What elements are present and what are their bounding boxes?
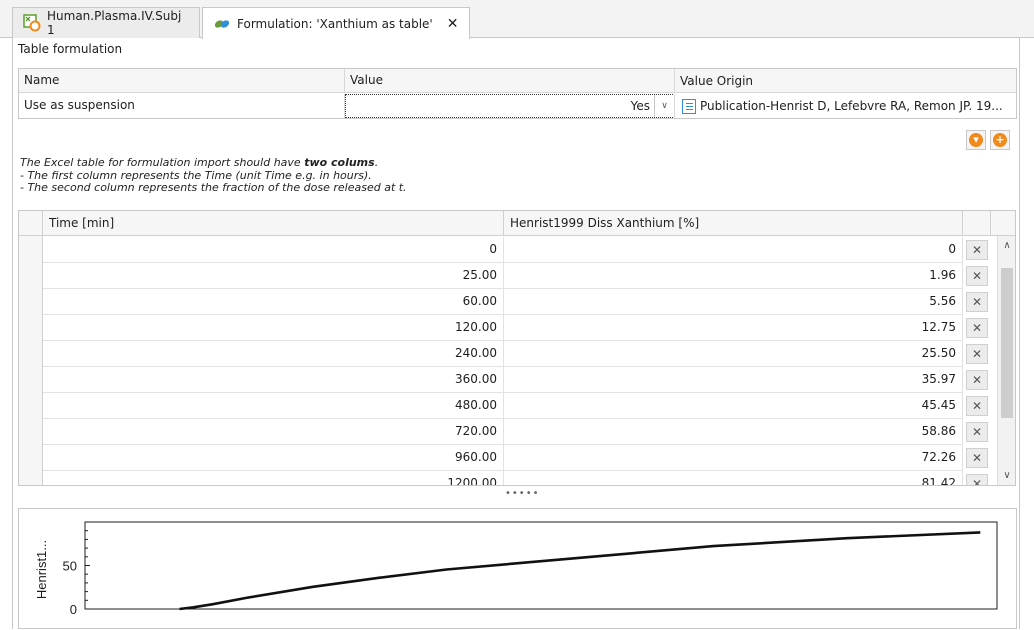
time-cell[interactable]: 25.00: [43, 263, 504, 289]
delete-row-icon[interactable]: ✕: [966, 396, 988, 416]
value-cell[interactable]: 0: [504, 237, 963, 263]
delete-row-icon[interactable]: ✕: [966, 448, 988, 468]
time-cell[interactable]: 960.00: [43, 445, 504, 471]
publication-icon: [682, 98, 696, 114]
column-time[interactable]: Time [min]: [43, 211, 504, 236]
chart-panel: 0 50 Henrist1...: [18, 508, 1017, 629]
time-cell[interactable]: 480.00: [43, 393, 504, 419]
column-delete: [963, 211, 991, 236]
arrow-down-circle-icon: ▾: [969, 133, 983, 147]
table-row[interactable]: 00: [43, 237, 963, 263]
grid-header: Time [min] Henrist1999 Diss Xanthium [%]: [19, 211, 1015, 236]
value-origin-cell[interactable]: Publication-Henrist D, Lefebvre RA, Remo…: [675, 94, 1016, 118]
release-chart: 0 50 Henrist1...: [34, 521, 998, 617]
row-selector-column: [19, 236, 43, 485]
vertical-scrollbar[interactable]: ∧ ∨: [997, 236, 1015, 485]
properties-table: Name Value Value Origin Use as suspensio…: [18, 68, 1017, 119]
value-cell[interactable]: 35.97: [504, 367, 963, 393]
delete-row-icon[interactable]: ✕: [966, 292, 988, 312]
time-cell[interactable]: 360.00: [43, 367, 504, 393]
tab-label: Human.Plasma.IV.Subj 1: [47, 9, 182, 37]
table-row[interactable]: 360.00 35.97: [43, 367, 963, 393]
header-name: Name: [19, 69, 345, 93]
property-row: Use as suspension Yes ∨ Publication-Henr…: [19, 94, 1016, 118]
delete-row-icon[interactable]: ✕: [966, 344, 988, 364]
delete-row-icon[interactable]: ✕: [966, 370, 988, 390]
table-row[interactable]: 60.00 5.56: [43, 289, 963, 315]
value-cell[interactable]: 5.56: [504, 289, 963, 315]
delete-row-icon[interactable]: ✕: [966, 318, 988, 338]
plus-circle-icon: +: [993, 133, 1007, 147]
value-cell[interactable]: 45.45: [504, 393, 963, 419]
table-row[interactable]: 960.00 72.26: [43, 445, 963, 471]
header-value-origin: Value Origin: [680, 73, 754, 88]
add-row-button[interactable]: +: [990, 130, 1010, 150]
import-hint: The Excel table for formulation import s…: [20, 156, 407, 194]
y-axis-label: Henrist1...: [34, 540, 49, 599]
time-cell[interactable]: 240.00: [43, 341, 504, 367]
time-cell[interactable]: 60.00: [43, 289, 504, 315]
time-cell[interactable]: 1200.00: [43, 471, 504, 485]
value-cell[interactable]: 25.50: [504, 341, 963, 367]
chevron-down-icon[interactable]: ∨: [654, 95, 674, 117]
time-cell[interactable]: 720.00: [43, 419, 504, 445]
scrollbar-thumb[interactable]: [1001, 268, 1013, 418]
property-name: Use as suspension: [19, 94, 345, 118]
delete-row-icon[interactable]: ✕: [966, 266, 988, 286]
formulation-icon: [213, 15, 231, 33]
time-cell[interactable]: 0: [43, 237, 504, 263]
tab-bar: Human.Plasma.IV.Subj 1 Formulation: 'Xan…: [0, 0, 1034, 39]
move-down-button[interactable]: ▾: [966, 130, 986, 150]
value-cell[interactable]: 12.75: [504, 315, 963, 341]
section-title: Table formulation: [18, 42, 123, 56]
splitter-handle[interactable]: •••••: [505, 488, 540, 499]
table-row[interactable]: 480.00 45.45: [43, 393, 963, 419]
value-cell[interactable]: 58.86: [504, 419, 963, 445]
delete-row-icon[interactable]: ✕: [966, 422, 988, 442]
tab-formulation[interactable]: Formulation: 'Xanthium as table' ✕: [202, 7, 470, 39]
value-cell[interactable]: 81.42: [504, 471, 963, 485]
header-value: Value: [345, 69, 675, 93]
column-value[interactable]: Henrist1999 Diss Xanthium [%]: [504, 211, 963, 236]
plot-area: [84, 521, 998, 610]
value-cell[interactable]: 72.26: [504, 445, 963, 471]
value-cell[interactable]: 1.96: [504, 263, 963, 289]
delete-row-icon[interactable]: ✕: [966, 474, 988, 485]
selected-value: Yes: [630, 98, 650, 113]
y-tick-label: 0: [70, 602, 77, 617]
table-row[interactable]: 25.00 1.96: [43, 263, 963, 289]
table-row[interactable]: 120.00 12.75: [43, 315, 963, 341]
row-selector-header: [19, 211, 43, 236]
properties-header: Name Value Value Origin: [19, 69, 1016, 93]
table-row[interactable]: 240.00 25.50: [43, 341, 963, 367]
close-icon[interactable]: ✕: [447, 16, 459, 32]
individual-icon: [23, 14, 41, 32]
time-cell[interactable]: 120.00: [43, 315, 504, 341]
property-value-cell: Yes ∨: [345, 94, 675, 118]
formulation-grid: Time [min] Henrist1999 Diss Xanthium [%]…: [18, 210, 1016, 486]
scroll-down-icon[interactable]: ∨: [998, 470, 1015, 481]
value-origin-text: Publication-Henrist D, Lefebvre RA, Remo…: [700, 98, 1003, 113]
delete-row-icon[interactable]: ✕: [966, 240, 988, 260]
tab-label: Formulation: 'Xanthium as table': [237, 16, 433, 31]
table-row[interactable]: 720.00 58.86: [43, 419, 963, 445]
tab-human-plasma[interactable]: Human.Plasma.IV.Subj 1: [12, 7, 200, 38]
y-tick-label: 50: [63, 559, 77, 574]
table-row[interactable]: 1200.00 81.42: [43, 471, 963, 485]
suspension-select[interactable]: Yes ∨: [345, 94, 674, 118]
scroll-up-icon[interactable]: ∧: [998, 240, 1015, 251]
